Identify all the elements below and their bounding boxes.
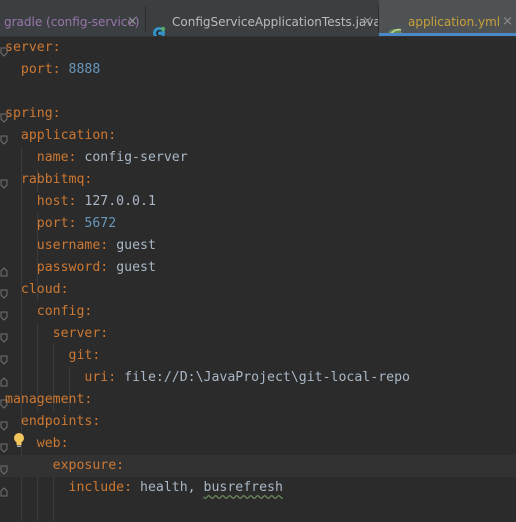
code-line: include: health, busrefresh [0, 477, 516, 499]
code-line: management: [0, 389, 516, 411]
code-line: rabbitmq: [0, 169, 516, 191]
yaml-key: port [36, 216, 69, 231]
code-line: config: [0, 301, 516, 323]
junit-test-class-icon: C [152, 14, 166, 36]
yaml-value: 8888 [68, 62, 101, 77]
active-tab-indicator [379, 33, 516, 36]
yaml-key: endpoints [20, 414, 93, 429]
yaml-key: cloud [20, 282, 61, 297]
yaml-value: health, [140, 480, 204, 495]
yaml-value: 5672 [84, 216, 117, 231]
yaml-key: rabbitmq [20, 172, 85, 187]
yaml-key: uri [84, 370, 109, 385]
code-line: username: guest [36, 238, 156, 253]
yaml-key: application [20, 128, 109, 143]
yaml-value-spell-warning: busrefresh [203, 480, 283, 495]
tab-application-yml[interactable]: application.yml × [379, 0, 516, 36]
yaml-key: host [36, 194, 69, 209]
code-line: name: config-server [36, 150, 188, 165]
code-line-current: exposure: [0, 455, 516, 477]
yaml-key: server [52, 326, 101, 341]
yaml-key: config [36, 304, 85, 319]
yaml-key: name [36, 150, 69, 165]
yaml-value: guest [116, 260, 156, 275]
editor-tab-bar: gradle (config-service) × C ConfigServic… [0, 0, 516, 37]
code-line: web: [0, 433, 516, 455]
close-icon[interactable]: × [127, 0, 138, 36]
code-line: endpoints: [0, 411, 516, 433]
code-line: git: [0, 345, 516, 367]
code-line: spring: [0, 103, 516, 125]
code-line: password: guest [0, 257, 516, 279]
code-line: application: [0, 125, 516, 147]
spring-yaml-icon [387, 14, 402, 36]
yaml-key: port [20, 62, 53, 77]
tab-gradle-config-service[interactable]: gradle (config-service) × [0, 0, 145, 36]
close-icon[interactable]: × [502, 0, 513, 36]
code-line: uri: file://D:\JavaProject\git-local-rep… [0, 367, 516, 389]
yaml-value: config-server [84, 150, 188, 165]
tab-label: application.yml [408, 15, 501, 29]
close-icon[interactable]: × [362, 0, 373, 36]
tab-config-service-application-tests[interactable]: C ConfigServiceApplicationTests.java × [146, 0, 378, 36]
code-line: host: 127.0.0.1 [36, 194, 156, 209]
yaml-key: password [36, 260, 101, 275]
tab-label: ConfigServiceApplicationTests.java [172, 15, 378, 29]
yaml-key: username [36, 238, 101, 253]
yaml-key: server [5, 40, 53, 55]
lightbulb-icon[interactable] [12, 432, 26, 448]
code-line: cloud: [0, 279, 516, 301]
tab-label: gradle (config-service) [4, 15, 140, 29]
yaml-key: web [36, 436, 61, 451]
code-line: port: 8888 [20, 62, 101, 77]
yaml-key: spring [5, 106, 53, 121]
yaml-key: include [68, 480, 125, 495]
yaml-key: exposure [52, 458, 117, 473]
code-line: server: [0, 323, 516, 345]
yaml-key: git [68, 348, 93, 363]
yaml-value: guest [116, 238, 156, 253]
yaml-value: file://D:\JavaProject\git-local-repo [124, 370, 410, 385]
yaml-key: management [5, 392, 85, 407]
code-line: port: 5672 [36, 216, 117, 231]
code-line: server: [0, 37, 516, 59]
code-editor[interactable]: server: port: 8888 spring: application: … [0, 37, 516, 522]
yaml-value: 127.0.0.1 [84, 194, 156, 209]
